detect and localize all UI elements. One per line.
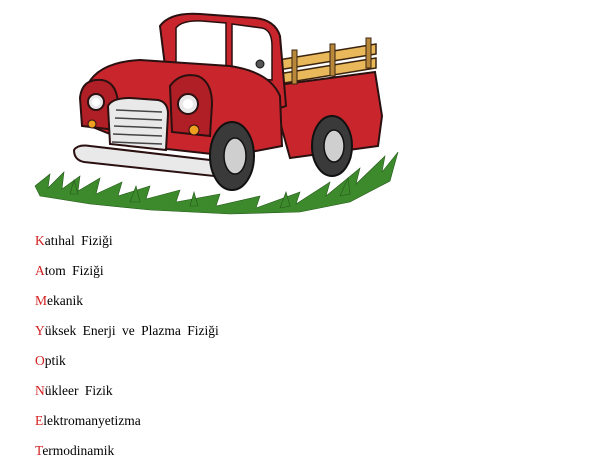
list-item-initial: M xyxy=(35,293,48,308)
list-item-initial: K xyxy=(35,233,45,248)
list-item: Atom Fiziği xyxy=(35,261,219,291)
list-item: Mekanik xyxy=(35,291,219,321)
list-item: Yüksek Enerji ve Plazma Fiziği xyxy=(35,321,219,351)
list-item: Optik xyxy=(35,351,219,381)
list-item-initial: N xyxy=(35,383,45,398)
list-item-text: ükleer Fizik xyxy=(44,383,113,398)
list-item-text: tom Fiziği xyxy=(44,263,104,278)
list-item-text: ermodinamik xyxy=(42,443,115,458)
list-item-initial: Y xyxy=(35,323,45,338)
grille xyxy=(106,96,170,152)
front-wheel xyxy=(209,121,255,191)
list-item-initial: A xyxy=(35,263,45,278)
rear-wheel xyxy=(311,115,353,177)
list-item-text: lektromanyetizma xyxy=(43,413,141,428)
list-item: Termodinamik xyxy=(35,441,219,471)
pickup-truck-illustration xyxy=(34,12,399,215)
list-item-text: ptik xyxy=(44,353,66,368)
list-item-text: atıhal Fiziği xyxy=(44,233,113,248)
list-item-initial: O xyxy=(35,353,45,368)
list-item-text: ekanik xyxy=(47,293,84,308)
list-item-text: üksek Enerji ve Plazma Fiziği xyxy=(44,323,219,338)
list-item: Katıhal Fiziği xyxy=(35,231,219,261)
list-item: Elektromanyetizma xyxy=(35,411,219,441)
list-item-initial: E xyxy=(35,413,44,428)
list-item: Nükleer Fizik xyxy=(35,381,219,411)
physics-fields-list: Katıhal Fiziği Atom Fiziği Mekanik Yüksek E… xyxy=(35,231,219,471)
